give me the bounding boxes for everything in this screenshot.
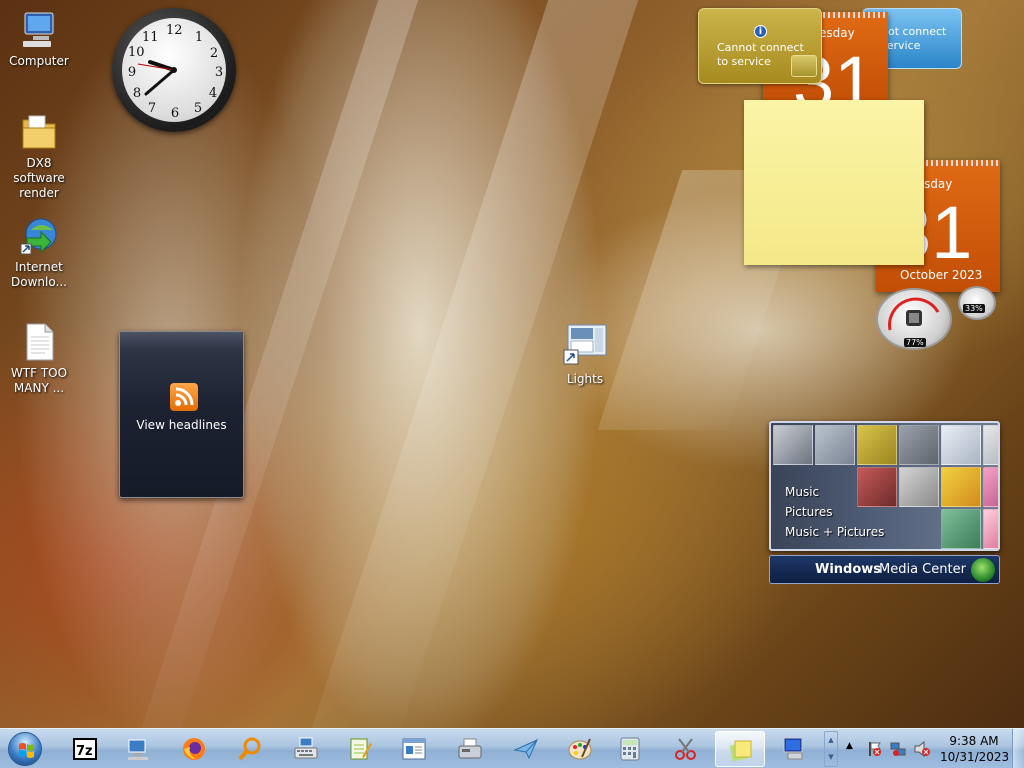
media-tile xyxy=(857,425,897,465)
system-tray: ▲ 9:38 AM 10/31/2023 xyxy=(838,729,1024,768)
taskbar-time: 9:38 AM xyxy=(949,734,999,748)
weather-gadget-front[interactable]: i Cannot connect to service xyxy=(698,8,822,84)
scissors-icon xyxy=(674,737,698,761)
paper-plane-icon xyxy=(513,737,538,761)
cpu-gauge: 77% xyxy=(876,288,952,350)
paint-palette-icon xyxy=(568,737,592,761)
windows-logo-icon xyxy=(971,558,995,582)
taskbar-calculator[interactable] xyxy=(605,731,655,767)
taskbar-paper-plane[interactable] xyxy=(501,731,551,767)
internet-download-manager-icon xyxy=(19,216,59,256)
taskbar-remote-desktop[interactable] xyxy=(769,731,819,767)
rss-headlines-gadget[interactable]: View headlines xyxy=(119,331,244,498)
taskbar-firefox[interactable] xyxy=(169,731,219,767)
text-document-icon xyxy=(19,322,59,362)
network-computer-icon xyxy=(126,737,150,761)
taskbar-scroll-buttons[interactable]: ▲ ▼ xyxy=(824,731,838,767)
media-tile xyxy=(773,425,813,465)
taskbar-date: 10/31/2023 xyxy=(940,750,1010,764)
cpu-usage-value: 77% xyxy=(904,338,926,347)
media-tile xyxy=(941,425,981,465)
wordpad-icon xyxy=(402,737,426,761)
clock-face: 12 1 2 3 4 5 6 7 8 9 10 11 xyxy=(122,18,226,122)
taskbar-notepad-plus[interactable] xyxy=(335,731,385,767)
svg-text:7z: 7z xyxy=(76,744,93,759)
desktop-icon-dx8[interactable]: DX8 software render xyxy=(1,112,77,201)
start-button[interactable] xyxy=(4,729,46,768)
media-center-menu-pictures[interactable]: Pictures xyxy=(785,505,833,519)
calendar-month: October 2023 xyxy=(900,268,983,282)
calendar-weekday: esday xyxy=(819,26,855,40)
media-tile xyxy=(815,425,855,465)
volume-muted-icon[interactable] xyxy=(914,740,930,758)
view-headlines-label[interactable]: View headlines xyxy=(120,418,243,432)
taskbar-keyboard[interactable] xyxy=(281,731,331,767)
memory-gauge: 33% xyxy=(958,286,996,320)
windows-start-orb-icon xyxy=(8,732,42,766)
cpu-meter-gadget[interactable]: 77% 33% xyxy=(876,286,996,350)
desktop-icon-label: Internet Downlo... xyxy=(11,260,67,289)
desktop-icon-idm[interactable]: Internet Downlo... xyxy=(1,216,77,290)
fax-icon xyxy=(458,737,482,761)
computer-icon xyxy=(19,10,59,50)
media-center-brand-bold: Windows xyxy=(815,562,882,577)
network-status-icon[interactable] xyxy=(890,741,906,757)
lights-shortcut-icon xyxy=(562,322,608,368)
7zip-icon: 7z xyxy=(73,737,97,761)
media-tile xyxy=(941,509,981,549)
credit-card-icon xyxy=(791,55,817,77)
firefox-icon xyxy=(182,737,206,761)
sticky-note[interactable] xyxy=(744,100,924,265)
clock-gadget[interactable]: 12 1 2 3 4 5 6 7 8 9 10 11 xyxy=(112,8,236,132)
desktop-icon-label: WTF TOO MANY ... xyxy=(10,366,68,395)
taskbar-7zip[interactable]: 7z xyxy=(60,731,110,767)
windows-media-center-bar[interactable]: Windows Media Center xyxy=(769,555,1000,584)
memory-usage-value: 33% xyxy=(963,304,985,313)
keyboard-icon xyxy=(294,737,318,761)
taskbar-sticky-notes[interactable] xyxy=(715,731,765,767)
taskbar-paint[interactable] xyxy=(555,731,605,767)
desktop-icon-lights[interactable]: Lights xyxy=(556,322,614,386)
desktop-icon-textfile[interactable]: WTF TOO MANY ... xyxy=(1,322,77,396)
taskbar: 7z ▲ ▼ ▲ 9:38 AM 10/31/2023 xyxy=(0,728,1024,768)
media-center-menu-music[interactable]: Music xyxy=(785,485,819,499)
info-icon: i xyxy=(754,25,767,38)
taskbar-clock[interactable]: 9:38 AM 10/31/2023 xyxy=(940,733,1010,765)
action-center-flag-icon[interactable] xyxy=(866,741,882,757)
media-tile xyxy=(899,425,939,465)
weather-error-text: not connect service xyxy=(881,25,947,52)
media-center-gadget[interactable]: Music Pictures Music + Pictures xyxy=(769,421,1000,551)
desktop-icon-computer[interactable]: Computer xyxy=(1,10,77,69)
media-tile xyxy=(899,467,939,507)
media-tile xyxy=(941,467,981,507)
desktop-icon-label: Lights xyxy=(566,372,604,386)
show-hidden-icons-arrow-icon[interactable]: ▲ xyxy=(846,741,862,757)
taskbar-snipping-tool[interactable] xyxy=(661,731,711,767)
notepad-plus-icon xyxy=(348,737,372,761)
media-center-brand-rest: Media Center xyxy=(879,562,966,577)
calculator-icon xyxy=(618,737,642,761)
taskbar-wordpad[interactable] xyxy=(389,731,439,767)
show-desktop-button[interactable] xyxy=(1012,729,1024,768)
media-tile xyxy=(983,509,998,549)
sticky-notes-icon xyxy=(729,738,753,762)
desktop-icon-label: DX8 software render xyxy=(13,156,65,200)
desktop-icon-label: Computer xyxy=(9,54,69,68)
taskbar-fax[interactable] xyxy=(445,731,495,767)
clock-hands xyxy=(137,60,177,96)
media-tile xyxy=(983,425,998,465)
taskbar-search[interactable] xyxy=(225,731,275,767)
media-tile xyxy=(857,467,897,507)
rss-header-stripe xyxy=(120,332,243,350)
media-tile xyxy=(983,467,998,507)
taskbar-network[interactable] xyxy=(113,731,163,767)
folder-icon xyxy=(19,112,59,152)
media-center-menu-music-pictures[interactable]: Music + Pictures xyxy=(785,525,884,539)
magnifier-icon xyxy=(238,737,262,761)
rss-feed-icon xyxy=(170,383,198,411)
